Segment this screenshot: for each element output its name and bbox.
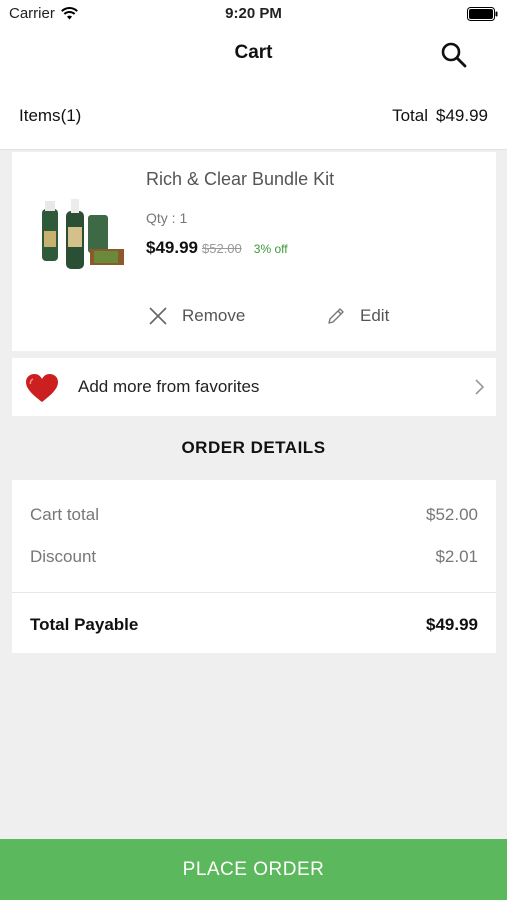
total-payable-value: $49.99: [426, 615, 478, 634]
edit-button[interactable]: Edit: [326, 306, 389, 326]
total-label: Total: [392, 106, 428, 125]
card-actions: Remove Edit: [12, 302, 496, 336]
cart-summary: Items(1) Total $49.99: [0, 84, 507, 150]
discount-value: $2.01: [435, 547, 478, 566]
chevron-right-icon: [475, 379, 485, 395]
product-price: $49.99: [146, 238, 198, 257]
status-time: 9:20 PM: [225, 5, 282, 22]
cart-total: Total $49.99: [392, 106, 488, 126]
discount-label: Discount: [30, 547, 97, 566]
order-details-card: Cart total $52.00 Discount $2.01 Total P…: [12, 480, 496, 653]
cart-total-value: $52.00: [426, 505, 478, 524]
items-count: Items(1): [19, 106, 81, 126]
items-label: Items: [19, 106, 61, 125]
total-payable-label: Total Payable: [30, 615, 139, 634]
product-mrp: $52.00: [202, 241, 242, 256]
search-icon[interactable]: [439, 40, 469, 70]
battery-icon: [467, 7, 498, 21]
place-order-button[interactable]: PLACE ORDER: [0, 839, 507, 900]
cart-item-card: Rich & Clear Bundle Kit Qty : 1 $49.99 $…: [12, 152, 496, 351]
page-title: Cart: [234, 42, 273, 63]
favorites-label: Add more from favorites: [78, 377, 260, 396]
discount-row: Discount $2.01: [30, 547, 478, 567]
pencil-icon: [328, 308, 344, 324]
heart-icon: [26, 374, 58, 402]
status-bar: Carrier 9:20 PM: [0, 0, 507, 28]
order-details-title: ORDER DETAILS: [181, 438, 326, 457]
cart-total-row: Cart total $52.00: [30, 505, 478, 525]
price-row: $49.99 $52.00 3% off: [146, 238, 288, 258]
divider: [12, 592, 496, 593]
favorites-row[interactable]: Add more from favorites: [12, 358, 496, 416]
total-value: $49.99: [436, 106, 488, 125]
product-name[interactable]: Rich & Clear Bundle Kit: [146, 169, 334, 190]
cart-total-label: Cart total: [30, 505, 99, 524]
product-qty: Qty : 1: [146, 210, 188, 226]
discount-badge: 3% off: [253, 242, 288, 256]
edit-label: Edit: [360, 306, 390, 325]
nav-bar: Cart: [0, 28, 507, 84]
remove-label: Remove: [182, 306, 246, 325]
close-icon: [149, 307, 167, 325]
product-image[interactable]: [36, 197, 138, 277]
remove-button[interactable]: Remove: [148, 306, 245, 326]
items-count-value: (1): [60, 106, 82, 125]
total-payable-row: Total Payable $49.99: [30, 615, 478, 635]
